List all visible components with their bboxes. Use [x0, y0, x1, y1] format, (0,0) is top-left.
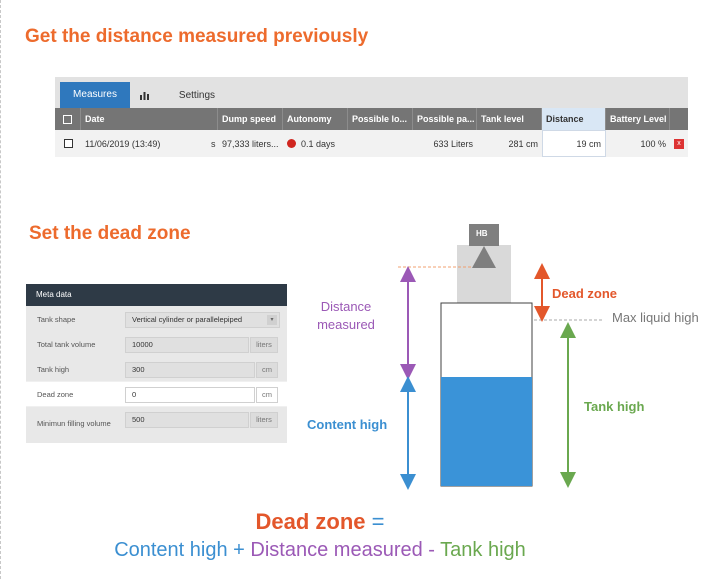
formula-content: Content high [114, 539, 228, 561]
formula-expression: Content high + Distance measured - Tank … [0, 539, 640, 562]
formula-dead-zone: Dead zone [255, 509, 366, 534]
tank-high-diagram-label: Tank high [584, 399, 645, 414]
tank-liquid [441, 377, 532, 486]
formula-tank: Tank high [440, 539, 526, 561]
dead-zone-diagram-label: Dead zone [552, 286, 618, 301]
max-liquid-label: Max liquid high [612, 310, 699, 325]
formula-equals: = [371, 509, 385, 534]
formula-plus: + [233, 539, 245, 561]
formula-distance: Distance measured [250, 539, 423, 561]
formula-minus: - [428, 539, 435, 561]
formula-title: Dead zone = [0, 509, 640, 535]
sensor-label: HB [476, 229, 488, 238]
distance-measured-label: Distance measured [317, 299, 375, 332]
content-high-label: Content high [307, 417, 388, 432]
